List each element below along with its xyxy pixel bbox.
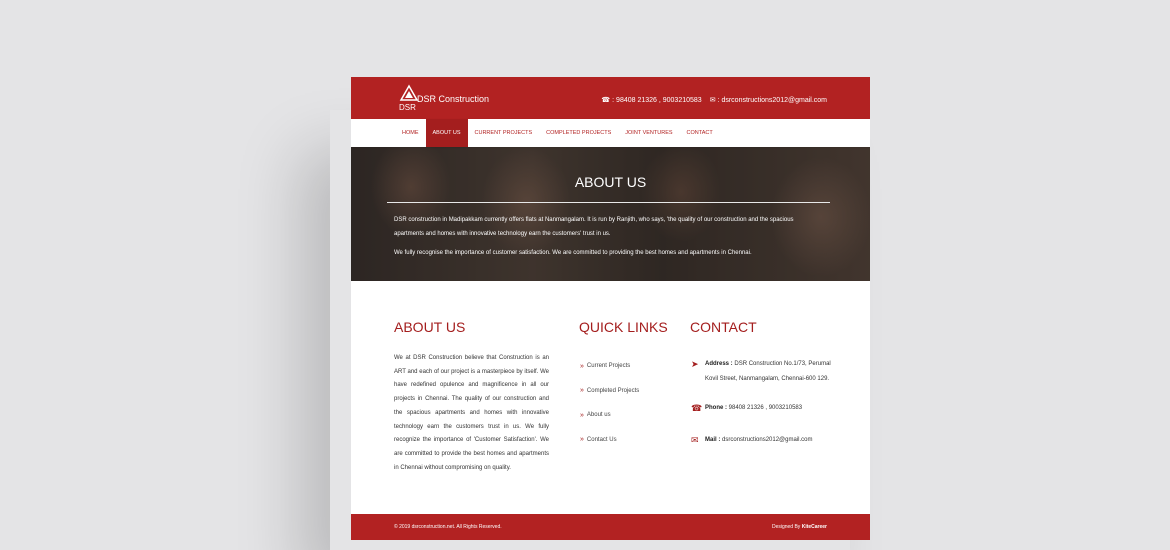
location-arrow-icon: ➤ <box>691 359 699 369</box>
footer: © 2019 dsrconstruction.net. All Rights R… <box>351 514 870 540</box>
brand-name[interactable]: DSR Construction <box>417 94 489 104</box>
top-contact: ☎: 98408 21326 , 9003210583 ✉: dsrconstr… <box>601 96 827 104</box>
hero-divider <box>387 202 830 203</box>
mail-value[interactable]: dsrconstructions2012@gmail.com <box>722 437 812 443</box>
chevron-right-icon: » <box>580 411 584 419</box>
chevron-right-icon: » <box>580 362 584 370</box>
quick-link-about-us[interactable]: » About us <box>580 403 639 428</box>
contact-mail: ✉ Mail : dsrconstructions2012@gmail.com <box>691 433 841 448</box>
contact-details: ➤ Address : DSR Construction No.1/73, Pe… <box>691 357 841 448</box>
quick-links-heading: QUICK LINKS <box>579 319 668 335</box>
link-label: Contact Us <box>586 436 617 443</box>
phone-label: Phone : <box>705 405 727 411</box>
top-phone-text: : 98408 21326 , 9003210583 <box>612 97 702 104</box>
designed-by-prefix: Designed By <box>771 524 801 530</box>
phone-value[interactable]: 98408 21326 , 9003210583 <box>729 405 802 411</box>
about-heading: ABOUT US <box>394 319 466 335</box>
hero-paragraph-2: We fully recognise the importance of cus… <box>394 250 752 256</box>
designed-by: Designed By KiteCareer <box>772 524 827 530</box>
nav-home[interactable]: HOME <box>395 119 426 147</box>
nav-contact[interactable]: CONTACT <box>680 119 720 147</box>
nav-completed-projects[interactable]: COMPLETED PROJECTS <box>539 119 618 147</box>
main-nav: HOME ABOUT US CURRENT PROJECTS COMPLETED… <box>351 119 870 147</box>
contact-heading: CONTACT <box>690 319 757 335</box>
nav-about-us[interactable]: ABOUT US <box>425 119 468 147</box>
top-email-text: : dsrconstructions2012@gmail.com <box>717 97 827 104</box>
top-email[interactable]: ✉: dsrconstructions2012@gmail.com <box>710 96 827 104</box>
about-text: We at DSR Construction believe that Cons… <box>394 355 549 471</box>
designer-link[interactable]: KiteCareer <box>802 524 827 530</box>
quick-link-contact-us[interactable]: » Contact Us <box>580 428 639 453</box>
top-phone[interactable]: ☎: 98408 21326 , 9003210583 <box>601 96 701 104</box>
nav-current-projects[interactable]: CURRENT PROJECTS <box>468 119 540 147</box>
chevron-right-icon: » <box>580 436 584 444</box>
logo-text: DSR <box>399 103 416 112</box>
contact-phone: ☎ Phone : 98408 21326 , 9003210583 <box>691 401 841 416</box>
quick-link-completed-projects[interactable]: » Completed Projects <box>580 379 639 404</box>
hero-paragraph-1: DSR construction in Madipakkam currently… <box>394 217 794 237</box>
mail-label: Mail : <box>705 437 721 443</box>
hero-title: ABOUT US <box>574 174 647 190</box>
copyright-text: © 2019 dsrconstruction.net. All Rights R… <box>394 524 502 530</box>
website-mockup: DSR DSR Construction ☎: 98408 21326 , 90… <box>351 77 870 540</box>
link-label: Completed Projects <box>586 387 640 394</box>
top-bar: DSR DSR Construction ☎: 98408 21326 , 90… <box>351 77 870 119</box>
nav-joint-ventures[interactable]: JOINT VENTURES <box>618 119 679 147</box>
link-label: Current Projects <box>586 363 631 370</box>
quick-link-current-projects[interactable]: » Current Projects <box>580 354 639 379</box>
logo-icon[interactable]: DSR <box>399 84 419 112</box>
link-label: About us <box>586 412 611 419</box>
envelope-icon: ✉ <box>709 97 716 104</box>
hero-banner: ABOUT US DSR construction in Madipakkam … <box>351 147 870 281</box>
quick-links-list: » Current Projects » Completed Projects » A… <box>580 354 639 452</box>
envelope-icon: ✉ <box>691 435 699 445</box>
contact-address: ➤ Address : DSR Construction No.1/73, Pe… <box>691 357 841 387</box>
phone-icon: ☎ <box>691 403 703 413</box>
chevron-right-icon: » <box>580 387 584 395</box>
address-label: Address : <box>705 361 733 367</box>
phone-icon: ☎ <box>601 97 611 104</box>
